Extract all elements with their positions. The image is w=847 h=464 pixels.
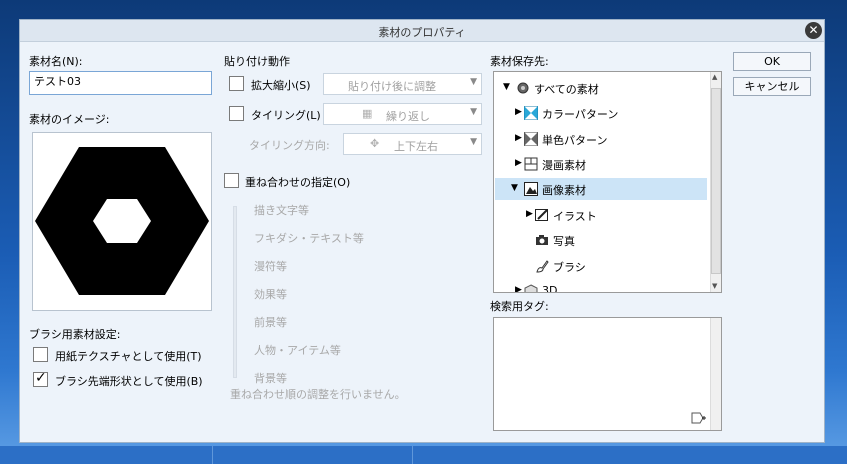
scale-checkbox[interactable] <box>229 76 244 91</box>
chevron-down-icon: ▼ <box>470 107 477 117</box>
scrollbar-thumb[interactable] <box>711 88 721 274</box>
tree-item-color-pattern[interactable]: ▶ カラーパターン <box>495 102 707 124</box>
mono-pattern-icon <box>523 131 539 147</box>
paste-action-label: 貼り付け動作 <box>224 55 290 68</box>
overlap-item: フキダシ・テキスト等 <box>254 232 364 245</box>
image-material-icon <box>524 182 538 196</box>
close-icon[interactable]: ✕ <box>805 22 822 39</box>
tree-item-label: すべての素材 <box>534 83 599 96</box>
material-name-label: 素材名(N): <box>29 55 83 68</box>
tree-item-image-material[interactable]: ▼ 画像素材 <box>495 178 707 200</box>
overlap-item: 人物・アイテム等 <box>254 344 341 357</box>
add-tag-icon[interactable] <box>691 412 706 424</box>
3d-icon <box>524 284 538 292</box>
material-image-preview <box>32 132 212 311</box>
overlap-checkbox[interactable] <box>224 173 239 188</box>
overlap-item: 前景等 <box>254 316 287 329</box>
tiling-checkbox[interactable] <box>229 106 244 121</box>
expand-arrow-icon[interactable]: ▶ <box>515 107 522 117</box>
tree-item-brush[interactable]: ブラシ <box>495 255 707 277</box>
scale-label: 拡大縮小(S) <box>251 79 311 92</box>
tags-scrollbar[interactable] <box>710 318 721 430</box>
expand-arrow-icon[interactable]: ▶ <box>515 285 522 292</box>
paper-texture-label: 用紙テクスチャとして使用(T) <box>55 350 202 363</box>
overlap-item: 背景等 <box>254 372 287 385</box>
tiling-label: タイリング(L) <box>251 109 321 122</box>
tree-item-label: ブラシ <box>553 261 586 274</box>
overlap-item: 描き文字等 <box>254 204 309 217</box>
dialog-titlebar[interactable]: 素材のプロパティ ✕ <box>20 20 824 42</box>
save-location-tree: ▼ すべての素材 ▶ カラーパターン ▶ 単色パターン ▶ 漫画素材 ▼ 画像素… <box>493 71 722 293</box>
expand-arrow-icon[interactable]: ▼ <box>511 183 518 193</box>
expand-arrow-icon[interactable]: ▶ <box>515 133 522 143</box>
tiling-direction-label: タイリング方向: <box>249 139 330 152</box>
save-location-label: 素材保存先: <box>490 55 549 68</box>
brush-tip-checkbox[interactable] <box>33 370 48 387</box>
tree-item-manga-material[interactable]: ▶ 漫画素材 <box>495 153 707 175</box>
color-pattern-icon <box>523 105 539 121</box>
brush-tip-label: ブラシ先端形状として使用(B) <box>55 375 203 388</box>
scale-dropdown[interactable]: 貼り付け後に調整 ▼ <box>323 73 482 95</box>
hexagon-shape-icon <box>35 147 209 295</box>
tree-item-label: 画像素材 <box>542 184 586 197</box>
tree-item-mono-pattern[interactable]: ▶ 単色パターン <box>495 128 707 150</box>
overlap-order-track <box>233 206 237 378</box>
taskbar-item[interactable] <box>212 446 412 464</box>
chevron-down-icon: ▼ <box>470 137 477 147</box>
manga-material-icon <box>524 157 538 171</box>
tree-item-label: 3D <box>542 284 558 293</box>
illustration-icon <box>535 208 549 222</box>
scroll-up-icon[interactable]: ▲ <box>712 73 717 81</box>
taskbar-item[interactable] <box>412 446 612 464</box>
tree-item-label: 漫画素材 <box>542 159 586 172</box>
search-tags-label: 検索用タグ: <box>490 300 549 313</box>
paper-texture-checkbox[interactable] <box>33 347 48 362</box>
tile-pattern-icon: ▦ <box>362 107 373 120</box>
tiling-dropdown[interactable]: ▦ 繰り返し ▼ <box>323 103 482 125</box>
tree-item-illustration[interactable]: ▶ イラスト <box>495 204 707 226</box>
tiling-dropdown-value: 繰り返し <box>386 110 430 123</box>
tree-scrollbar[interactable]: ▲ ▼ <box>710 72 721 292</box>
tree-item-label: イラスト <box>553 210 597 223</box>
expand-arrow-icon[interactable]: ▶ <box>515 158 522 168</box>
tree-item-photo[interactable]: 写真 <box>495 229 707 251</box>
tiling-direction-value: 上下左右 <box>394 140 438 153</box>
scale-dropdown-value: 貼り付け後に調整 <box>348 80 436 93</box>
tree-item-label: 写真 <box>553 235 575 248</box>
chevron-down-icon: ▼ <box>470 77 477 87</box>
camera-icon <box>535 233 549 247</box>
scroll-down-icon[interactable]: ▼ <box>712 282 717 290</box>
ok-button[interactable]: OK <box>733 52 811 71</box>
material-globe-icon <box>516 81 530 95</box>
brush-settings-label: ブラシ用素材設定: <box>29 328 121 341</box>
brush-icon <box>535 259 549 273</box>
tree-item-label: カラーパターン <box>542 108 619 121</box>
material-properties-dialog: 素材のプロパティ ✕ 素材名(N): テスト03 素材のイメージ: ブラシ用素材… <box>19 19 825 443</box>
cancel-button[interactable]: キャンセル <box>733 77 811 96</box>
overlap-item: 漫符等 <box>254 260 287 273</box>
search-tags-box[interactable] <box>493 317 722 431</box>
material-name-input[interactable]: テスト03 <box>29 71 212 95</box>
dialog-title: 素材のプロパティ <box>378 26 466 39</box>
overlap-label: 重ね合わせの指定(O) <box>245 176 351 189</box>
tree-item-label: 単色パターン <box>542 134 608 147</box>
tree-item-all-materials[interactable]: ▼ すべての素材 <box>495 77 707 99</box>
expand-arrow-icon[interactable]: ▶ <box>526 209 533 219</box>
tiling-direction-dropdown[interactable]: ✥ 上下左右 ▼ <box>343 133 482 155</box>
direction-cross-icon: ✥ <box>370 137 380 150</box>
tree-item-3d[interactable]: ▶ 3D <box>495 280 707 293</box>
overlap-item: 効果等 <box>254 288 287 301</box>
expand-arrow-icon[interactable]: ▼ <box>503 82 510 92</box>
overlap-note: 重ね合わせ順の調整を行いません。 <box>230 388 406 401</box>
material-image-label: 素材のイメージ: <box>29 113 110 126</box>
